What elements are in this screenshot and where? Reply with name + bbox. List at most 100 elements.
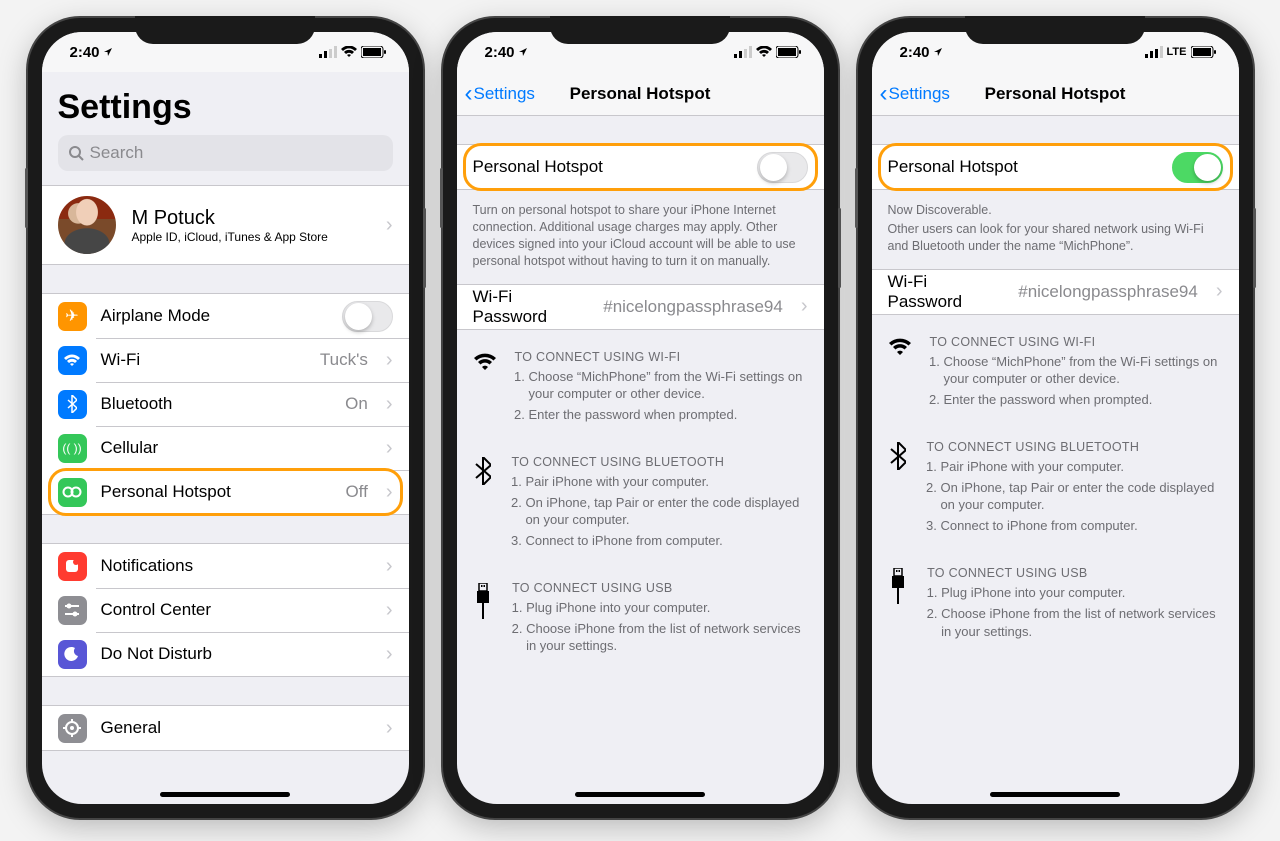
- chevron-right-icon: ›: [386, 349, 393, 372]
- instructions-bluetooth: TO CONNECT USING BLUETOOTH Pair iPhone w…: [888, 430, 1223, 556]
- instr-bt-3: Connect to iPhone from computer.: [940, 517, 1222, 535]
- notch: [135, 16, 315, 44]
- search-icon: [68, 145, 84, 161]
- row-wifi[interactable]: Wi-Fi Tuck's ›: [42, 338, 409, 382]
- row-hotspot-toggle[interactable]: Personal Hotspot: [872, 145, 1239, 189]
- wifi-icon: [58, 346, 87, 375]
- signal-icon: [734, 46, 752, 58]
- bluetooth-icon: [473, 455, 494, 552]
- hotspot-footer-on-1: Now Discoverable.: [872, 196, 1239, 221]
- status-icons: [734, 46, 802, 58]
- row-notifications[interactable]: Notifications ›: [42, 544, 409, 588]
- page-title: Settings: [42, 72, 409, 135]
- instr-usb-heading: TO CONNECT USING USB: [927, 566, 1222, 580]
- label-wifi: Wi-Fi: [101, 350, 306, 370]
- search-placeholder: Search: [90, 143, 144, 163]
- home-indicator: [990, 792, 1120, 797]
- chevron-left-icon: ‹: [880, 80, 888, 108]
- wifi-password-label: Wi-Fi Password: [888, 272, 1005, 312]
- instructions-usb: TO CONNECT USING USB Plug iPhone into yo…: [888, 556, 1223, 662]
- label-airplane: Airplane Mode: [101, 306, 328, 326]
- home-indicator: [575, 792, 705, 797]
- hotspot-toggle-on[interactable]: [1172, 152, 1223, 183]
- home-indicator: [160, 792, 290, 797]
- airplane-toggle[interactable]: [342, 301, 393, 332]
- label-cellular: Cellular: [101, 438, 368, 458]
- row-wifi-password[interactable]: Wi-Fi Password #nicelongpassphrase94 ›: [872, 270, 1239, 314]
- apple-id-sub: Apple ID, iCloud, iTunes & App Store: [132, 230, 368, 244]
- chevron-right-icon: ›: [386, 555, 393, 578]
- label-control-center: Control Center: [101, 600, 368, 620]
- instr-bt-2: On iPhone, tap Pair or enter the code di…: [940, 479, 1222, 514]
- bluetooth-icon: [58, 390, 87, 419]
- location-icon: [933, 47, 943, 57]
- location-icon: [518, 47, 528, 57]
- label-notifications: Notifications: [101, 556, 368, 576]
- wifi-password-value: #nicelongpassphrase94: [1018, 282, 1198, 302]
- notifications-icon: [58, 552, 87, 581]
- wifi-password-label: Wi-Fi Password: [473, 287, 590, 327]
- wifi-icon: [756, 46, 772, 58]
- back-button[interactable]: ‹ Settings: [880, 80, 950, 108]
- row-airplane-mode[interactable]: ✈︎ Airplane Mode: [42, 294, 409, 338]
- chevron-right-icon: ›: [386, 717, 393, 740]
- back-button[interactable]: ‹ Settings: [465, 80, 535, 108]
- status-icons: [319, 46, 387, 58]
- instr-wifi-2: Enter the password when prompted.: [529, 406, 808, 424]
- hotspot-toggle-off[interactable]: [757, 152, 808, 183]
- chevron-right-icon: ›: [386, 437, 393, 460]
- instructions-wifi: TO CONNECT USING WI-FI Choose “MichPhone…: [888, 325, 1223, 431]
- battery-icon: [776, 46, 802, 58]
- hotspot-footer-off: Turn on personal hotspot to share your i…: [457, 196, 824, 284]
- chevron-right-icon: ›: [386, 214, 393, 237]
- search-input[interactable]: Search: [58, 135, 393, 171]
- phone-frame-3: 2:40 LTE ‹ Settings Personal Hotspot Per…: [858, 18, 1253, 818]
- row-wifi-password[interactable]: Wi-Fi Password #nicelongpassphrase94 ›: [457, 285, 824, 329]
- label-hotspot: Personal Hotspot: [101, 482, 332, 502]
- usb-icon: [888, 566, 910, 643]
- status-time: 2:40: [70, 44, 100, 61]
- chevron-left-icon: ‹: [465, 80, 473, 108]
- row-cellular[interactable]: (( )) Cellular ›: [42, 426, 409, 470]
- bluetooth-icon: [888, 440, 909, 537]
- row-hotspot-toggle[interactable]: Personal Hotspot: [457, 145, 824, 189]
- nav-title: Personal Hotspot: [985, 84, 1126, 104]
- back-label: Settings: [474, 84, 535, 104]
- row-control-center[interactable]: Control Center ›: [42, 588, 409, 632]
- apple-id-row[interactable]: M Potuck Apple ID, iCloud, iTunes & App …: [42, 186, 409, 264]
- instr-bt-1: Pair iPhone with your computer.: [525, 473, 807, 491]
- wifi-icon: [888, 335, 912, 412]
- chevron-right-icon: ›: [1216, 280, 1223, 303]
- instr-bt-3: Connect to iPhone from computer.: [525, 532, 807, 550]
- row-personal-hotspot[interactable]: Personal Hotspot Off ›: [42, 470, 409, 514]
- row-do-not-disturb[interactable]: Do Not Disturb ›: [42, 632, 409, 676]
- signal-icon: [1145, 46, 1163, 58]
- signal-icon: [319, 46, 337, 58]
- avatar: [58, 196, 116, 254]
- usb-icon: [473, 581, 495, 658]
- instructions-wifi: TO CONNECT USING WI-FI Choose “MichPhone…: [473, 340, 808, 446]
- instr-usb-heading: TO CONNECT USING USB: [512, 581, 807, 595]
- chevron-right-icon: ›: [386, 481, 393, 504]
- instructions-bluetooth: TO CONNECT USING BLUETOOTH Pair iPhone w…: [473, 445, 808, 571]
- chevron-right-icon: ›: [386, 643, 393, 666]
- label-bluetooth: Bluetooth: [101, 394, 332, 414]
- row-bluetooth[interactable]: Bluetooth On ›: [42, 382, 409, 426]
- instr-wifi-2: Enter the password when prompted.: [944, 391, 1223, 409]
- instr-wifi-heading: TO CONNECT USING WI-FI: [930, 335, 1223, 349]
- carrier-text: LTE: [1167, 46, 1187, 58]
- instr-bt-heading: TO CONNECT USING BLUETOOTH: [926, 440, 1222, 454]
- instr-wifi-1: Choose “MichPhone” from the Wi-Fi settin…: [529, 368, 808, 403]
- value-wifi: Tuck's: [320, 350, 368, 370]
- wifi-icon: [473, 350, 497, 427]
- hotspot-toggle-label: Personal Hotspot: [473, 157, 743, 177]
- chevron-right-icon: ›: [386, 393, 393, 416]
- notch: [965, 16, 1145, 44]
- instr-bt-1: Pair iPhone with your computer.: [940, 458, 1222, 476]
- instr-usb-2: Choose iPhone from the list of network s…: [941, 605, 1222, 640]
- airplane-icon: ✈︎: [58, 302, 87, 331]
- label-general: General: [101, 718, 368, 738]
- value-hotspot: Off: [345, 482, 367, 502]
- row-general[interactable]: General ›: [42, 706, 409, 750]
- status-icons: LTE: [1145, 46, 1217, 58]
